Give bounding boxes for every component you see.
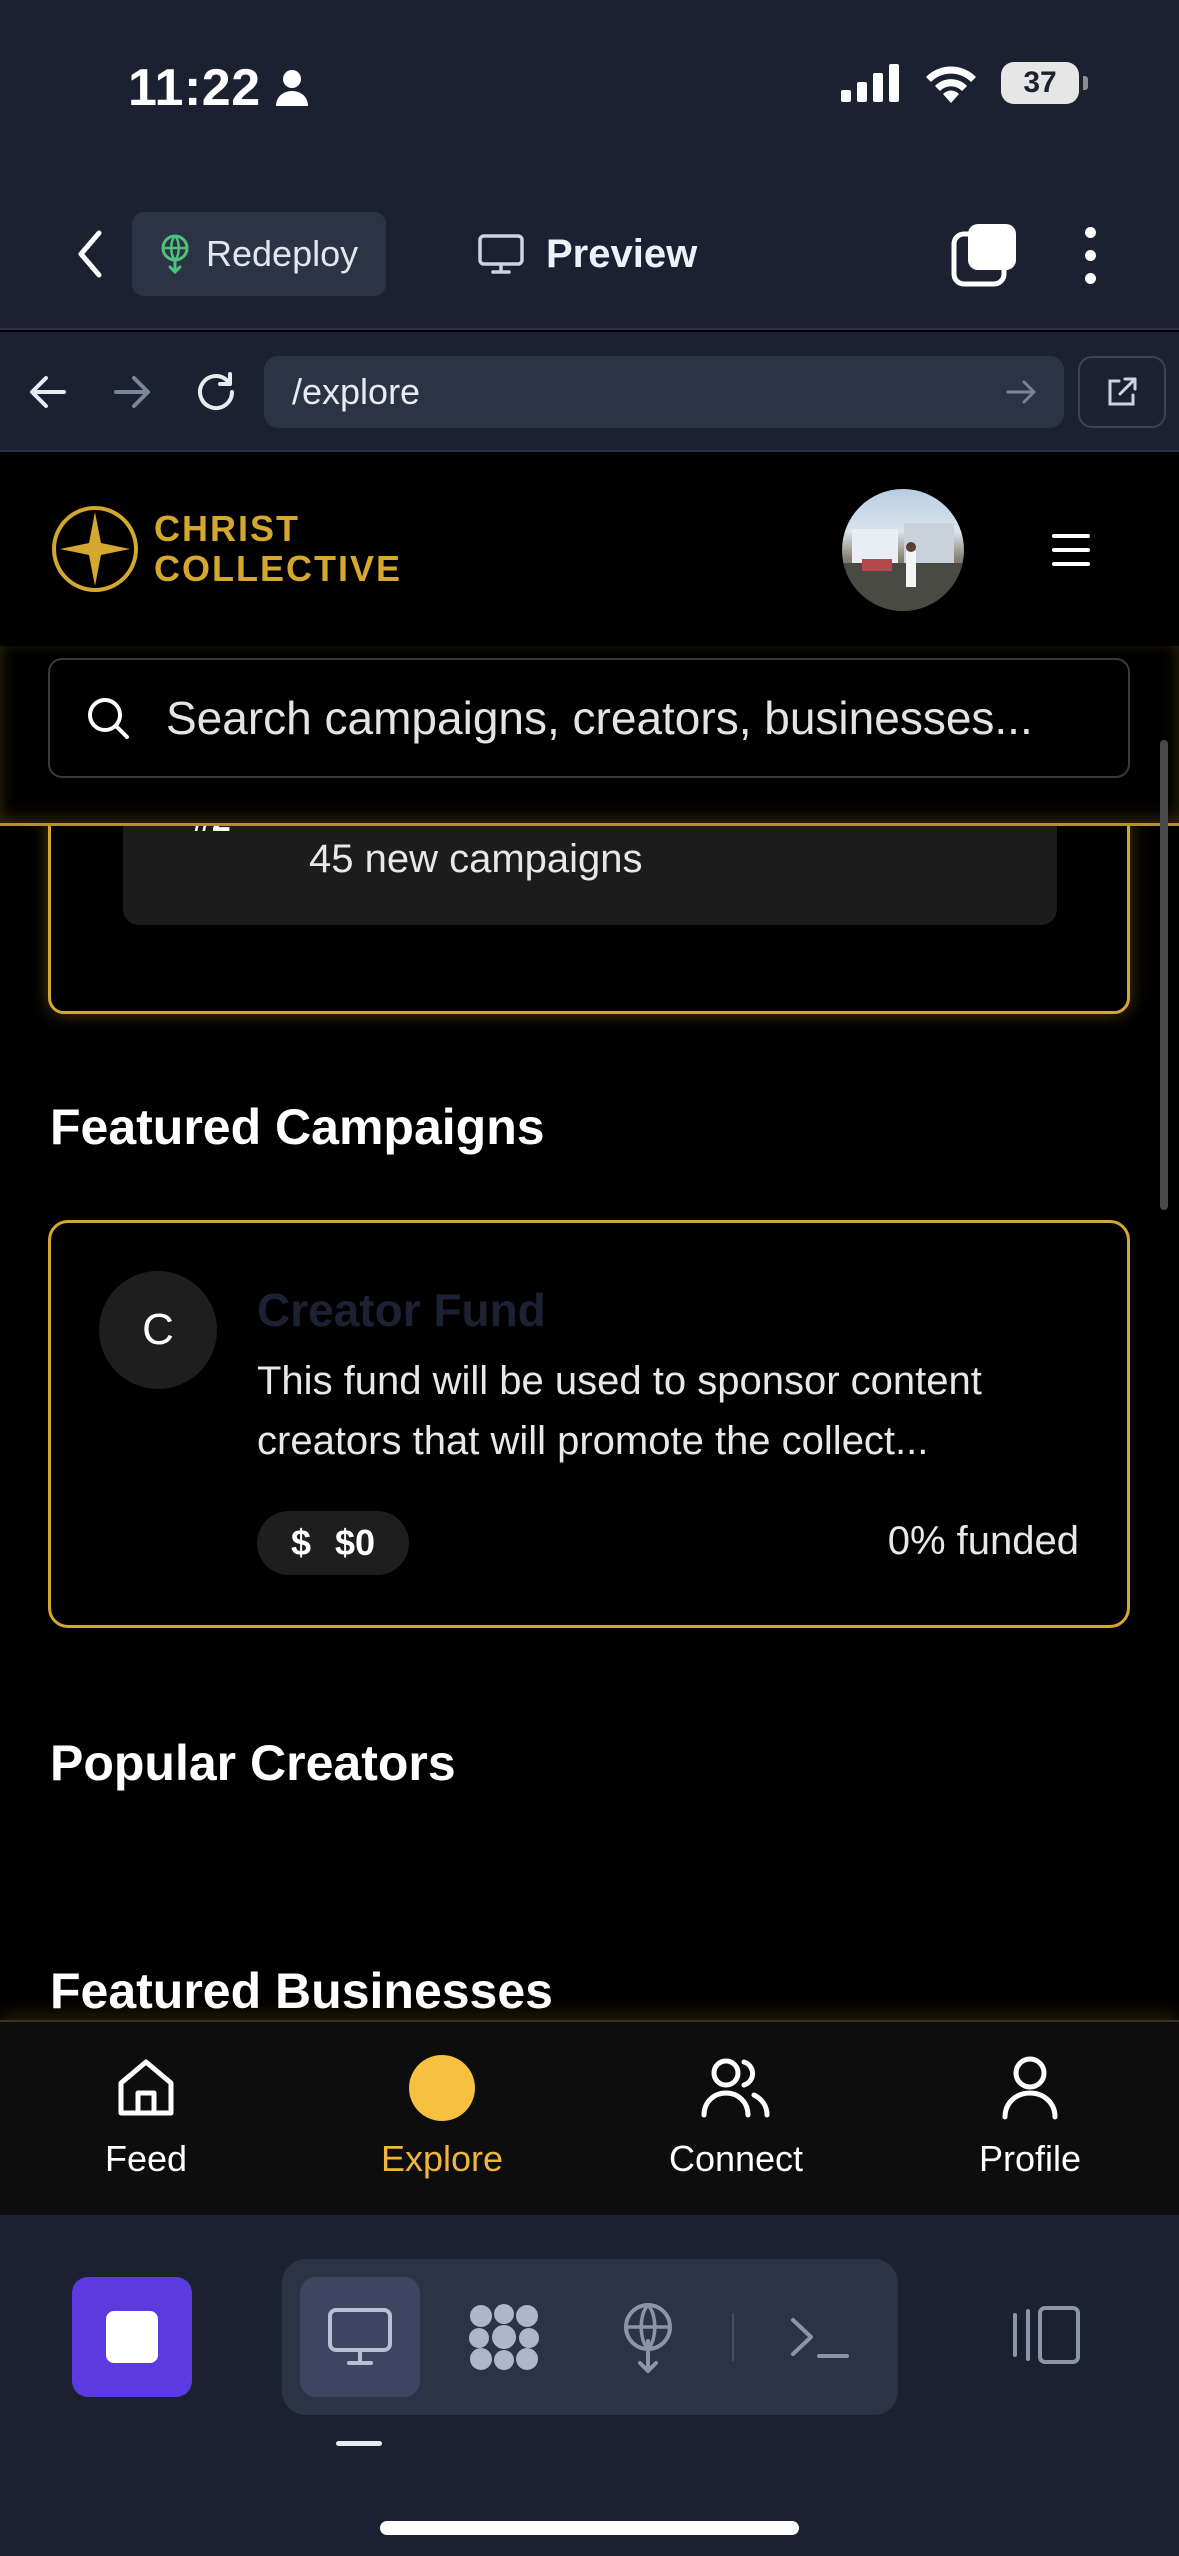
user-avatar[interactable]	[842, 489, 964, 611]
agent-icon	[469, 2304, 539, 2370]
search-band: Search campaigns, creators, businesses..…	[0, 646, 1179, 826]
nav-feed[interactable]: Feed	[26, 2052, 266, 2180]
menu-line	[1052, 534, 1090, 538]
arrow-left-icon	[30, 376, 66, 408]
status-bar: 11:22 37	[0, 0, 1179, 190]
preview-tab[interactable]: Preview	[478, 216, 697, 292]
search-icon	[88, 698, 129, 739]
replit-toolbar	[0, 2215, 1179, 2556]
cellular-signal-icon	[841, 64, 899, 102]
split-view-button[interactable]	[1006, 2295, 1086, 2375]
nav-profile[interactable]: Profile	[910, 2052, 1150, 2180]
status-indicators: 37	[841, 62, 1088, 104]
deploy-icon	[624, 2303, 672, 2373]
campaign-card[interactable]: C Creator Fund This fund will be used to…	[48, 1220, 1130, 1628]
wifi-icon	[926, 66, 976, 103]
arrow-right-icon	[114, 376, 150, 408]
preview-tool-button[interactable]	[300, 2277, 420, 2397]
open-external-button[interactable]	[1078, 356, 1166, 428]
trending-rank: #2	[193, 826, 231, 840]
agent-tool-button[interactable]	[444, 2277, 564, 2397]
trending-item[interactable]: #2 45 new campaigns	[123, 826, 1057, 925]
menu-line	[1052, 548, 1090, 552]
popular-creators-heading: Popular Creators	[50, 1735, 456, 1791]
bottom-nav: Feed Explore Connect Profile	[0, 2020, 1179, 2215]
shell-tool-button[interactable]	[760, 2277, 880, 2397]
campaign-amount: $0	[335, 1522, 376, 1563]
monitor-icon	[478, 234, 524, 274]
split-view-icon	[1013, 2306, 1080, 2364]
preview-label: Preview	[546, 231, 698, 276]
replit-top-bar: Redeploy Preview	[0, 190, 1179, 330]
user-icon	[994, 2052, 1066, 2124]
christ-collective-logo[interactable]: CHRIST COLLECTIVE	[50, 504, 402, 594]
reload-icon	[198, 372, 234, 410]
nav-connect[interactable]: Connect	[616, 2052, 856, 2180]
logo-line-2: COLLECTIVE	[154, 548, 403, 589]
person-icon	[275, 70, 308, 106]
back-button[interactable]	[60, 224, 120, 284]
stop-button[interactable]	[72, 2277, 192, 2397]
featured-campaigns-heading: Featured Campaigns	[50, 1099, 545, 1155]
status-time: 11:22	[128, 58, 309, 118]
campaign-avatar: C	[99, 1271, 217, 1389]
app-header: CHRIST COLLECTIVE	[0, 454, 1179, 646]
nav-explore-label: Explore	[380, 2138, 504, 2179]
avatar-photo	[842, 523, 964, 611]
nav-profile-label: Profile	[978, 2138, 1082, 2179]
users-icon	[700, 2052, 772, 2124]
tabs-icon	[951, 224, 1016, 287]
dollar-icon: $	[291, 1522, 312, 1563]
more-options-button[interactable]	[1066, 220, 1114, 290]
logo-line-1: CHRIST	[154, 508, 300, 549]
battery-indicator: 37	[1001, 62, 1088, 104]
campaign-amount-badge: $ $0	[257, 1511, 410, 1575]
star-logo-icon	[52, 506, 138, 592]
logo-text: CHRIST COLLECTIVE	[154, 509, 402, 589]
reload-button[interactable]	[186, 362, 246, 422]
trending-subtitle: 45 new campaigns	[309, 837, 643, 881]
campaign-title[interactable]: Creator Fund	[257, 1283, 546, 1337]
deployments-tool-button[interactable]	[588, 2277, 708, 2397]
nav-explore[interactable]: Explore	[322, 2052, 562, 2180]
stop-icon	[106, 2311, 158, 2363]
search-placeholder: Search campaigns, creators, businesses..…	[166, 692, 1033, 744]
browser-back-button[interactable]	[18, 362, 78, 422]
tool-group	[282, 2259, 898, 2415]
terminal-icon	[791, 2318, 849, 2358]
monitor-icon	[328, 2308, 392, 2365]
more-dot	[1084, 249, 1096, 261]
campaign-description: This fund will be used to sponsor conten…	[257, 1359, 982, 1463]
nav-connect-label: Connect	[668, 2138, 804, 2179]
url-bar: /explore	[0, 332, 1179, 452]
explore-dot-icon	[406, 2052, 478, 2124]
more-dot	[1084, 226, 1096, 238]
deploy-icon	[161, 234, 189, 274]
home-indicator[interactable]	[380, 2521, 799, 2535]
external-link-icon	[1108, 377, 1137, 406]
campaign-funded: 0% funded	[887, 1519, 1079, 1563]
redeploy-button[interactable]: Redeploy	[132, 212, 386, 296]
scrollbar[interactable]	[1160, 740, 1168, 1210]
featured-businesses-heading: Featured Businesses	[50, 1963, 553, 2019]
time-text: 11:22	[128, 59, 261, 117]
menu-button[interactable]	[1052, 534, 1090, 566]
nav-feed-label: Feed	[104, 2138, 188, 2179]
search-input[interactable]: Search campaigns, creators, businesses..…	[48, 658, 1130, 778]
url-input[interactable]: /explore	[264, 356, 1064, 428]
go-arrow-icon[interactable]	[1002, 372, 1042, 412]
redeploy-label: Redeploy	[206, 233, 359, 274]
tabs-switcher-button[interactable]	[950, 220, 1020, 290]
menu-line	[1052, 562, 1090, 566]
home-icon	[110, 2052, 182, 2124]
url-text: /explore	[292, 371, 421, 412]
more-dot	[1084, 272, 1096, 284]
active-tool-indicator	[336, 2441, 382, 2446]
chevron-left-icon	[78, 230, 102, 278]
tool-divider	[732, 2313, 734, 2361]
trending-card: #2 45 new campaigns	[48, 826, 1130, 1014]
browser-forward-button[interactable]	[102, 362, 162, 422]
explore-content: #2 45 new campaigns Featured Campaigns C…	[0, 826, 1179, 2020]
